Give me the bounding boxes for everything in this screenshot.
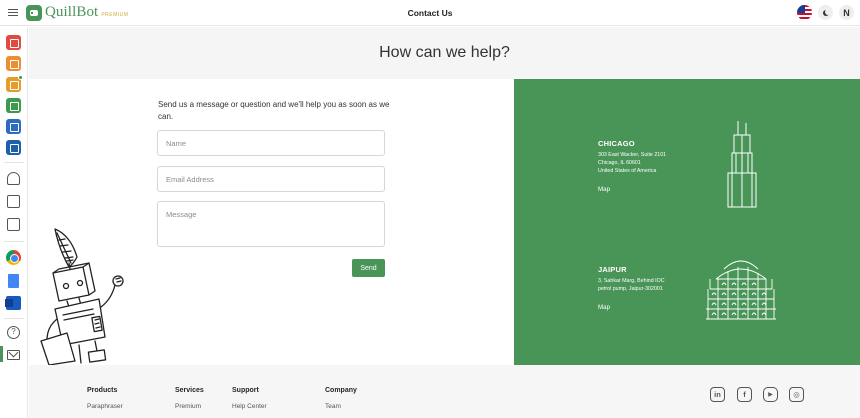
form-intro-text: Send us a message or question and we'll …: [158, 100, 390, 121]
active-indicator: [0, 346, 3, 362]
hero-band: How can we help?: [29, 27, 860, 79]
brand-name: QuillBot: [45, 4, 99, 20]
moon-icon: [825, 9, 831, 15]
page-title: Contact Us: [407, 7, 453, 18]
paraphraser-icon[interactable]: [6, 35, 21, 50]
footer-heading: Products: [87, 387, 118, 394]
contact-form-section: Send us a message or question and we'll …: [29, 79, 514, 365]
translator-icon[interactable]: [7, 172, 20, 185]
footer-link-paraphraser[interactable]: Paraphraser: [87, 403, 123, 410]
quillbot-logo-icon: [26, 4, 42, 21]
office-city-jaipur: JAIPUR: [598, 265, 627, 274]
footer-link-help-center[interactable]: Help Center: [232, 403, 267, 410]
footer-link-team[interactable]: Team: [325, 403, 357, 410]
sidebar-divider: [4, 318, 24, 319]
word-icon[interactable]: [5, 296, 21, 310]
grammar-checker-icon[interactable]: [6, 56, 21, 71]
office-address-jaipur: 3, Sahkar Marg, Behind IOC petrol pump, …: [598, 277, 708, 293]
workspace-icon[interactable]: [7, 218, 20, 231]
quillbot-logo[interactable]: QuillBot PREMIUM: [26, 4, 128, 21]
offices-panel: CHICAGO 303 East Wacker, Suite 2101 Chic…: [514, 79, 860, 365]
send-button[interactable]: Send: [352, 259, 385, 277]
footer-heading: Services: [175, 387, 204, 394]
hawa-mahal-icon: [706, 260, 776, 320]
new-dot-icon: [18, 75, 23, 80]
sidebar-divider: [4, 241, 24, 242]
premium-badge: PREMIUM: [101, 12, 129, 18]
top-right-controls: N: [797, 5, 854, 20]
hamburger-icon[interactable]: [8, 8, 18, 17]
address-line: Chicago, IL 60601: [598, 160, 641, 166]
user-avatar[interactable]: N: [839, 5, 854, 20]
map-link-jaipur[interactable]: Map: [598, 304, 610, 311]
email-input[interactable]: [157, 166, 385, 192]
linkedin-icon[interactable]: in: [710, 387, 725, 402]
sidebar-divider: [4, 162, 24, 163]
name-input[interactable]: [157, 130, 385, 156]
footer-heading: Support: [232, 387, 259, 394]
help-icon[interactable]: ?: [7, 326, 20, 339]
office-address-chicago: 303 East Wacker, Suite 2101 Chicago, IL …: [598, 151, 708, 175]
youtube-icon[interactable]: ▶: [763, 387, 778, 402]
skyscraper-icon: [727, 121, 757, 208]
footer: Products Paraphraser Services Premium Su…: [29, 365, 860, 418]
address-line: 3, Sahkar Marg, Behind IOC: [598, 278, 665, 284]
chrome-icon[interactable]: [6, 250, 21, 265]
address-line: 303 East Wacker, Suite 2101: [598, 152, 667, 158]
sidebar: ?: [0, 27, 28, 418]
facebook-icon[interactable]: f: [737, 387, 752, 402]
citation-generator-icon[interactable]: [6, 140, 21, 155]
message-textarea[interactable]: [157, 201, 385, 247]
map-link-chicago[interactable]: Map: [598, 186, 610, 193]
footer-heading: Company: [325, 387, 357, 394]
footer-link-premium[interactable]: Premium: [175, 403, 204, 410]
summarizer-icon[interactable]: [6, 119, 21, 134]
mail-icon[interactable]: [7, 350, 20, 360]
address-line: petrol pump, Jaipur-302001: [598, 286, 663, 292]
theme-toggle-button[interactable]: [818, 5, 833, 20]
notebook-icon[interactable]: [7, 195, 20, 208]
top-bar: QuillBot PREMIUM Contact Us N: [0, 0, 860, 26]
instagram-icon[interactable]: ◎: [789, 387, 804, 402]
footer-column-support: Support Help Center: [232, 387, 267, 410]
plagiarism-checker-icon[interactable]: [6, 75, 23, 92]
google-docs-icon[interactable]: [8, 274, 19, 288]
hero-title: How can we help?: [379, 44, 510, 61]
co-writer-icon[interactable]: [6, 98, 21, 113]
us-flag-icon[interactable]: [797, 5, 812, 20]
footer-column-services: Services Premium: [175, 387, 204, 410]
footer-column-products: Products Paraphraser: [87, 387, 123, 410]
office-city-chicago: CHICAGO: [598, 139, 635, 148]
quillbot-mascot-illustration: [40, 228, 124, 365]
address-line: United States of America: [598, 168, 657, 174]
footer-column-company: Company Team: [325, 387, 357, 410]
